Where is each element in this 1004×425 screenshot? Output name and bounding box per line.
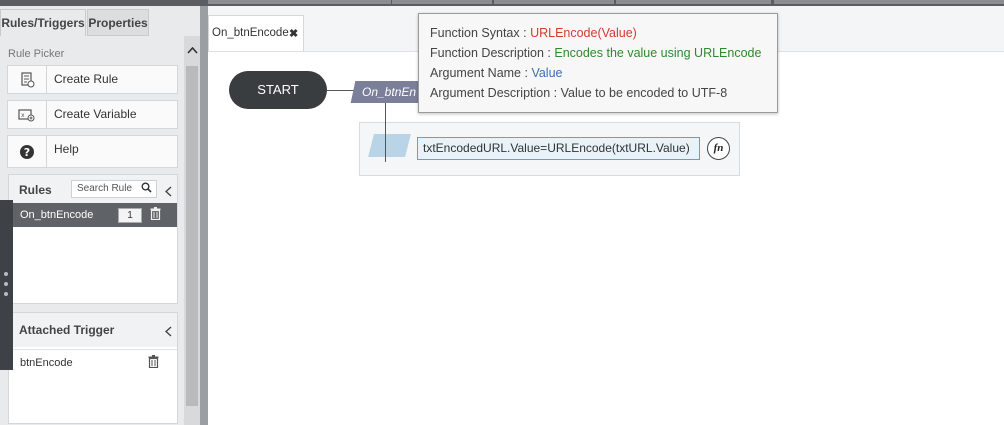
scroll-up-icon[interactable] [184,42,200,58]
svg-text:?: ? [24,146,30,159]
create-variable-label: Create Variable [54,107,137,121]
arg-desc-label: Argument Description : [430,86,561,100]
left-panel: Rules/Triggers Properties Rule Picker Cr… [0,6,200,425]
svg-text:x: x [21,112,25,119]
left-panel-scrollbar[interactable] [184,36,200,425]
collapse-handle[interactable] [0,200,13,370]
rules-title: Rules [19,183,52,197]
rule-count-badge: 1 [118,208,142,223]
description-label: Function Description : [430,46,555,60]
rules-section: Rules Search Rule On_btnEncode 1 [8,174,178,304]
scrollbar-thumb[interactable] [186,66,198,406]
create-rule-label: Create Rule [54,72,119,86]
syntax-value: URLEncode(Value) [530,26,637,40]
tooltip-description-line: Function Description : Encodes the value… [430,46,761,60]
description-value: Encodes the value using URLEncode [554,46,762,60]
create-rule-icon [8,66,47,93]
function-button[interactable]: fn [707,137,730,160]
tab-properties[interactable]: Properties [87,9,149,36]
tab-label: On_btnEncode [212,27,289,39]
attached-trigger-title: Attached Trigger [19,323,115,337]
panel-tabs: Rules/Triggers Properties [0,6,200,36]
handle-dot [4,282,8,286]
chevron-left-icon[interactable] [164,324,172,342]
search-rule-placeholder: Search Rule [77,183,133,194]
start-node[interactable]: START [229,71,327,109]
delete-trigger-icon[interactable] [148,355,159,373]
trigger-list-item[interactable]: btnEncode [9,349,177,376]
top-strip-segment [616,0,771,4]
handle-dot [4,292,8,296]
tooltip-arg-name-line: Argument Name : Value [430,66,562,80]
action-shape[interactable] [368,134,411,157]
chevron-left-icon[interactable] [164,184,172,202]
tooltip-arg-desc-line: Argument Description : Value to be encod… [430,86,727,100]
top-strip-segment [392,0,492,4]
help-icon: ? [8,136,47,167]
tooltip-syntax-line: Function Syntax : URLEncode(Value) [430,26,637,40]
search-icon[interactable] [141,182,152,199]
rules-header: Rules Search Rule [9,175,177,205]
help-label: Help [54,142,79,156]
rule-list-item[interactable]: On_btnEncode 1 [9,203,177,227]
panel-separator[interactable] [200,6,208,425]
arg-name-label: Argument Name : [430,66,532,80]
delete-rule-icon[interactable] [150,207,161,225]
syntax-label: Function Syntax : [430,26,531,40]
handle-dot [4,272,8,276]
function-tooltip: Function Syntax : URLEncode(Value) Funct… [418,13,778,113]
tab-on-btnencode[interactable]: On_btnEncode ✖ [208,15,304,51]
search-rule-input[interactable]: Search Rule [71,180,157,198]
top-strip-segment [208,0,391,4]
arg-name-value: Value [531,66,563,80]
top-strip-segment [494,0,614,4]
create-rule-button[interactable]: Create Rule [7,65,178,94]
attached-trigger-section: Attached Trigger btnEncode [8,312,178,424]
create-variable-button[interactable]: x Create Variable [7,100,178,129]
close-icon[interactable]: ✖ [289,27,298,40]
help-button[interactable]: ? Help [7,135,178,168]
create-variable-icon: x [8,101,47,128]
expression-input[interactable]: txtEncodedURL.Value=URLEncode(txtURL.Val… [417,137,700,160]
attached-trigger-header: Attached Trigger [9,313,177,347]
tab-rules-triggers[interactable]: Rules/Triggers [0,9,86,36]
rule-name: On_btnEncode [20,209,94,221]
connector-line [385,122,386,162]
arg-desc-value: Value to be encoded to UTF-8 [560,86,728,100]
top-strip-segment [774,0,1004,4]
rule-picker-title: Rule Picker [8,48,65,60]
trigger-name: btnEncode [20,357,73,369]
rule-node-label: On_btnEn [362,85,417,99]
